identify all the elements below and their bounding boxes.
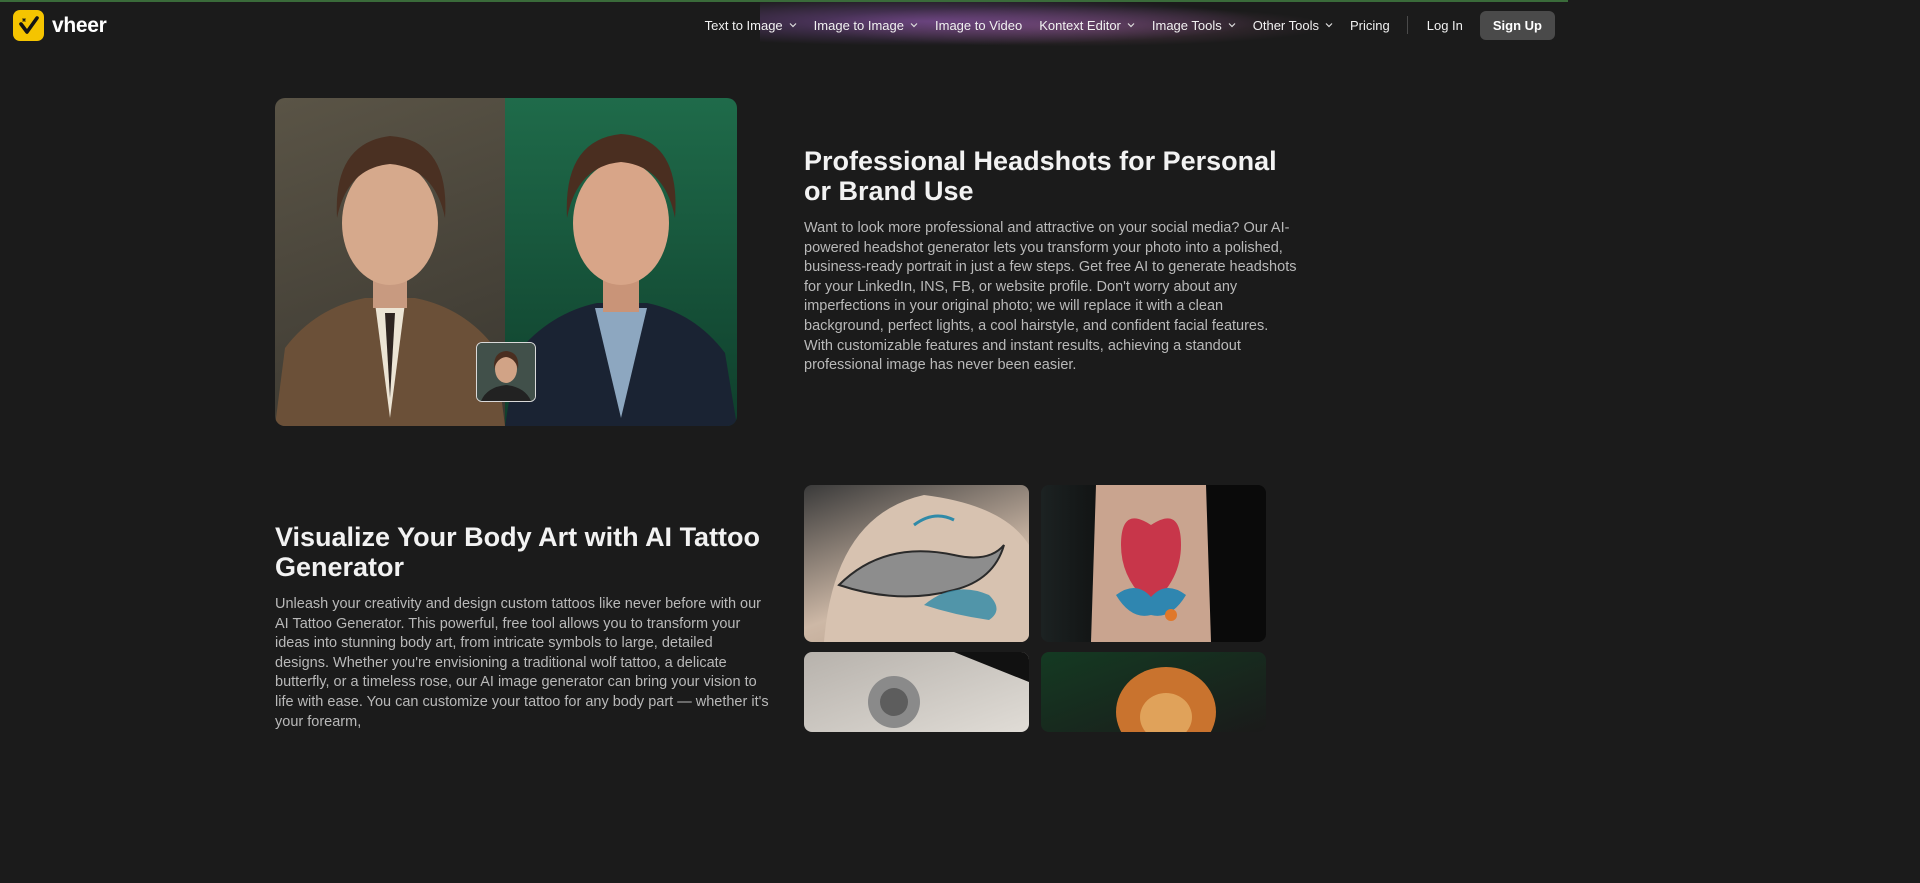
nav-label: Other Tools	[1252, 17, 1319, 33]
section-headshots-description: Want to look more professional and attra…	[804, 220, 1297, 374]
nav-label: Image Tools	[1151, 17, 1222, 33]
section-tattoo-description: Unleash your creativity and design custo…	[275, 596, 769, 730]
nav-text-to-image[interactable]: Text to Image	[705, 18, 797, 33]
tattoo-whale-image	[804, 485, 1029, 642]
nav-label: Pricing	[1349, 17, 1390, 33]
nav-other-tools[interactable]: Other Tools	[1253, 18, 1333, 33]
nav-pricing[interactable]: Pricing	[1350, 18, 1390, 33]
nav-label: Text to Image	[704, 17, 783, 33]
nav-image-tools[interactable]: Image Tools	[1152, 18, 1236, 33]
headshot-before-image	[275, 98, 505, 426]
original-photo-thumbnail[interactable]	[476, 342, 536, 402]
tattoo-lion-image	[1041, 652, 1266, 732]
nav-menu: Text to Image Image to Image Image to Vi…	[705, 2, 1568, 48]
section-tattoo-title: Visualize Your Body Art with AI Tattoo G…	[275, 522, 761, 582]
chevron-down-icon	[910, 23, 918, 28]
nav-label: Image to Image	[813, 17, 904, 33]
nav-label: Kontext Editor	[1039, 17, 1121, 33]
login-link[interactable]: Log In	[1427, 18, 1463, 33]
tattoo-rose-image	[804, 652, 1029, 732]
chevron-down-icon	[1127, 23, 1135, 28]
headshot-after-image	[505, 98, 737, 426]
signup-button[interactable]: Sign Up	[1479, 10, 1555, 40]
logo-text: vheer	[52, 13, 107, 37]
nav-image-to-video[interactable]: Image to Video	[935, 18, 1022, 33]
top-navigation: vheer Text to Image Image to Image Image…	[0, 2, 1568, 50]
chevron-down-icon	[1325, 23, 1333, 28]
nav-kontext-editor[interactable]: Kontext Editor	[1039, 18, 1135, 33]
chevron-down-icon	[1228, 23, 1236, 28]
vheer-logo-icon	[13, 10, 44, 41]
chevron-down-icon	[789, 23, 797, 28]
nav-divider	[1406, 16, 1408, 34]
tattoo-heart-image	[1041, 485, 1266, 642]
nav-label: Image to Video	[935, 17, 1023, 33]
logo[interactable]: vheer	[13, 10, 107, 41]
section-headshots-title: Professional Headshots for Personal or B…	[804, 146, 1277, 206]
nav-image-to-image[interactable]: Image to Image	[814, 18, 918, 33]
